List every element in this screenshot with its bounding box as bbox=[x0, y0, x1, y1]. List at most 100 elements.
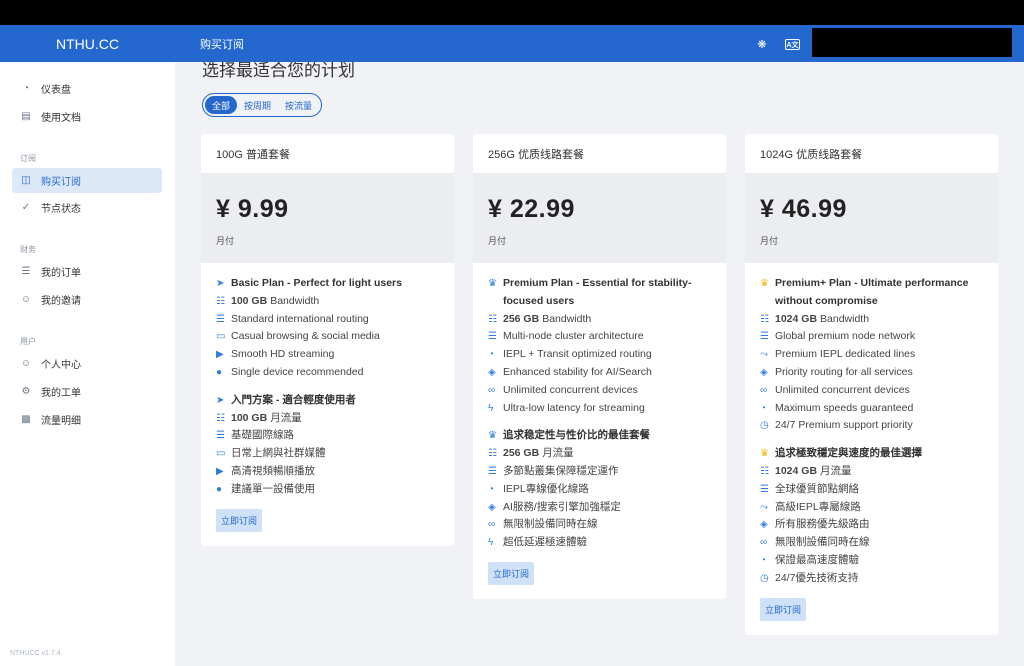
feature-item: ● Single device recommended bbox=[216, 364, 439, 382]
feature-amount: 100 GB bbox=[231, 294, 268, 307]
feature-text-wrap: 超低延遲極速體驗 bbox=[503, 534, 587, 552]
sidebar-item-label: 节点状态 bbox=[41, 204, 81, 215]
feature-item: ☰ 基礎國際線路 bbox=[216, 427, 439, 445]
feature-text-wrap: Unlimited concurrent devices bbox=[775, 382, 910, 400]
network-icon: ☷ bbox=[488, 313, 497, 325]
plane-icon: ➤ bbox=[216, 278, 225, 289]
plan-period: 月付 bbox=[760, 236, 779, 246]
sidebar-section-title: 订阅 bbox=[20, 154, 36, 163]
feature-text: Maximum speeds guaranteed bbox=[775, 401, 914, 414]
feature-amount: 256 GB bbox=[503, 312, 540, 325]
sidebar-item-purchase[interactable]: ◫ 购买订阅 bbox=[12, 168, 162, 193]
plan-title: 256G 优质线路套餐 bbox=[488, 148, 584, 161]
filter-by-traffic[interactable]: 按流量 bbox=[278, 96, 319, 114]
feature-list: ➤ Basic Plan - Perfect for light users ☷ 10… bbox=[201, 263, 454, 546]
sidebar-item-node-status[interactable]: ✓ 节点状态 bbox=[12, 195, 162, 220]
language-icon[interactable]: A文 bbox=[785, 39, 800, 50]
plan-period: 月付 bbox=[488, 236, 507, 246]
user-icon: ☺ bbox=[20, 358, 32, 369]
feature-item: ϟ Ultra-low latency for streaming bbox=[488, 400, 711, 418]
feature-item: ∞ Unlimited concurrent devices bbox=[760, 382, 983, 400]
plan-card: 100G 普通套餐 ¥ 9.99 月付 ➤ Basic Plan - Perfect f… bbox=[201, 134, 454, 546]
plan-price: ¥ 9.99 bbox=[216, 195, 289, 223]
feature-item: ☷ 100 GB 月流量 bbox=[216, 410, 439, 428]
feature-text: Standard international routing bbox=[231, 312, 369, 325]
filter-all[interactable]: 全部 bbox=[205, 96, 238, 114]
feature-item: ☰ Standard international routing bbox=[216, 311, 439, 329]
feature-text-wrap: IEPL專線優化線路 bbox=[503, 481, 589, 499]
feature-item: ◈ Enhanced stability for AI/Search bbox=[488, 364, 711, 382]
feature-item: ☷ 100 GB Bandwidth bbox=[216, 293, 439, 311]
feature-text-wrap: 24/7 Premium support priority bbox=[775, 417, 913, 435]
feature-item: ◔ IEPL專線優化線路 bbox=[488, 481, 711, 499]
sidebar-item-traffic[interactable]: ▩ 流量明细 bbox=[12, 407, 162, 432]
feature-item: ◔ 保證最高速度體驗 bbox=[760, 552, 983, 570]
user-icon: ● bbox=[216, 483, 223, 495]
sidebar-item-label: 我的订单 bbox=[41, 268, 81, 279]
infinity-icon: ∞ bbox=[760, 384, 768, 396]
shield-icon: ◈ bbox=[488, 366, 496, 378]
feature-item: ➤ Basic Plan - Perfect for light users bbox=[216, 275, 439, 293]
feature-text-wrap: 追求稳定性与性价比的最佳套餐 bbox=[503, 427, 650, 445]
version-text: NTHUCC v1.7.4 bbox=[10, 650, 61, 657]
feature-text: Premium IEPL dedicated lines bbox=[775, 348, 916, 361]
subscribe-button[interactable]: 立即订阅 bbox=[760, 597, 807, 621]
feature-text-wrap: 1024 GB 月流量 bbox=[775, 463, 852, 481]
feature-text-wrap: 建議單一設備使用 bbox=[231, 481, 315, 499]
subscribe-button[interactable]: 立即订阅 bbox=[216, 508, 263, 532]
sidebar-item-tickets[interactable]: ⚙ 我的工单 bbox=[12, 379, 162, 404]
feature-text-wrap: 保證最高速度體驗 bbox=[775, 552, 859, 570]
gold-crown-icon: ♛ bbox=[760, 278, 769, 289]
network-icon: ☷ bbox=[216, 295, 225, 307]
dashboard-icon: ◔ bbox=[22, 83, 30, 94]
feature-text-wrap: Single device recommended bbox=[231, 364, 364, 382]
feature-text-wrap: 1024 GB Bandwidth bbox=[775, 311, 869, 329]
plan-card: 256G 优质线路套餐 ¥ 22.99 月付 ♛ Premium Plan - Esse… bbox=[473, 134, 726, 599]
sidebar-item-invites[interactable]: ☺ 我的邀请 bbox=[12, 287, 162, 312]
feature-text-wrap: Ultra-low latency for streaming bbox=[503, 400, 645, 418]
sidebar-item-dashboard[interactable]: ◔ 仪表盘 bbox=[12, 76, 162, 101]
feature-item: ∞ Unlimited concurrent devices bbox=[488, 382, 711, 400]
feature-item: ➤ 入門方案 - 適合輕度使用者 bbox=[216, 392, 439, 410]
feature-text-wrap: 256 GB Bandwidth bbox=[503, 311, 591, 329]
feature-text: 建議單一設備使用 bbox=[231, 482, 315, 495]
feature-text: 入門方案 - 適合輕度使用者 bbox=[231, 393, 356, 406]
filter-by-period[interactable]: 按周期 bbox=[237, 96, 278, 114]
sidebar: ◔ 仪表盘 ▤ 使用文档 订阅 ◫ 购买订阅 ✓ 节点状态 财务 ☰ 我的订单 … bbox=[0, 62, 175, 666]
brand-logo[interactable]: NTHU.CC bbox=[0, 25, 175, 62]
feature-text-wrap: Enhanced stability for AI/Search bbox=[503, 364, 652, 382]
sidebar-item-label: 个人中心 bbox=[41, 360, 81, 371]
feature-text: 月流量 bbox=[820, 464, 852, 477]
feature-text: 追求稳定性与性价比的最佳套餐 bbox=[503, 429, 650, 442]
feature-text-wrap: Maximum speeds guaranteed bbox=[775, 400, 913, 418]
feature-text-wrap: Standard international routing bbox=[231, 311, 369, 329]
sidebar-item-profile[interactable]: ☺ 个人中心 bbox=[12, 351, 162, 376]
feature-text-wrap: Premium Plan - Essential for stability-f… bbox=[503, 275, 711, 311]
feature-text: Enhanced stability for AI/Search bbox=[503, 365, 652, 378]
feature-item: ◈ AI服務/搜索引擎加強穩定 bbox=[488, 499, 711, 517]
plan-title: 100G 普通套餐 bbox=[216, 148, 290, 161]
settings-icon[interactable]: ❋ bbox=[754, 36, 770, 52]
sidebar-item-docs[interactable]: ▤ 使用文档 bbox=[12, 104, 162, 129]
feature-item: ▶ 高清視頻暢順播放 bbox=[216, 463, 439, 481]
users-icon: ☺ bbox=[20, 294, 32, 305]
chart-icon: ▩ bbox=[21, 414, 31, 425]
server-icon: ☰ bbox=[760, 483, 769, 495]
server-icon: ☰ bbox=[760, 331, 769, 343]
feature-text-wrap: 256 GB 月流量 bbox=[503, 445, 574, 463]
server-icon: ☰ bbox=[488, 331, 497, 343]
sidebar-item-orders[interactable]: ☰ 我的订单 bbox=[12, 259, 162, 284]
feature-item: ◷ 24/7 Premium support priority bbox=[760, 417, 983, 435]
crown-icon: ♛ bbox=[488, 278, 497, 289]
feature-item: ☰ Global premium node network bbox=[760, 328, 983, 346]
price-box: ¥ 9.99 月付 bbox=[201, 173, 454, 263]
book-icon: ▤ bbox=[21, 111, 31, 122]
feature-item: ▭ 日常上網與社群媒體 bbox=[216, 445, 439, 463]
feature-text: AI服務/搜索引擎加強穩定 bbox=[503, 500, 621, 513]
user-menu-redacted[interactable] bbox=[812, 28, 1012, 57]
subscribe-button[interactable]: 立即订阅 bbox=[488, 561, 535, 585]
feature-item: ∞ 無限制設備同時在線 bbox=[760, 534, 983, 552]
feature-item: ☰ 全球優質節點網絡 bbox=[760, 481, 983, 499]
feature-text: Smooth HD streaming bbox=[231, 348, 335, 361]
feature-text: 高清視頻暢順播放 bbox=[231, 464, 315, 477]
